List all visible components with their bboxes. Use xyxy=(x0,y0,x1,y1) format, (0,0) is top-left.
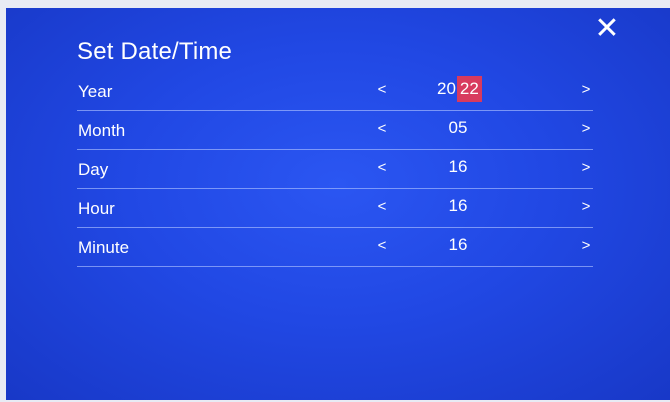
minute-decrement-button[interactable]: < xyxy=(371,235,393,257)
close-icon[interactable]: ✕ xyxy=(592,14,622,44)
month-label: Month xyxy=(78,121,126,140)
month-row: Month < 05 > xyxy=(77,111,593,150)
hour-decrement-button[interactable]: < xyxy=(371,196,393,218)
minute-row: Minute < 16 > xyxy=(77,228,593,267)
year-increment-button[interactable]: > xyxy=(575,79,597,101)
year-label: Year xyxy=(78,82,113,101)
minute-value[interactable]: 16 xyxy=(436,232,480,258)
month-decrement-button[interactable]: < xyxy=(371,118,393,140)
day-increment-button[interactable]: > xyxy=(575,157,597,179)
month-value[interactable]: 05 xyxy=(436,115,480,141)
page-title: Set Date/Time xyxy=(77,38,233,65)
year-selected-digits[interactable]: 22 xyxy=(456,76,482,102)
year-value[interactable]: 20 22 xyxy=(436,76,482,102)
hour-row: Hour < 16 > xyxy=(77,189,593,228)
datetime-fields: Year < 20 22 > Month < 05 > Day < 16 > Ho… xyxy=(77,72,593,267)
day-decrement-button[interactable]: < xyxy=(371,157,393,179)
minute-increment-button[interactable]: > xyxy=(575,235,597,257)
month-increment-button[interactable]: > xyxy=(575,118,597,140)
hour-label: Hour xyxy=(78,199,115,218)
hour-increment-button[interactable]: > xyxy=(575,196,597,218)
hour-value[interactable]: 16 xyxy=(436,193,480,219)
day-value[interactable]: 16 xyxy=(436,154,480,180)
day-row: Day < 16 > xyxy=(77,150,593,189)
year-decrement-button[interactable]: < xyxy=(371,79,393,101)
year-century: 20 xyxy=(437,79,456,98)
day-label: Day xyxy=(78,160,109,179)
datetime-screen: ✕ Set Date/Time Year < 20 22 > Month < 05… xyxy=(6,8,670,400)
minute-label: Minute xyxy=(78,238,130,257)
year-row: Year < 20 22 > xyxy=(77,72,593,111)
